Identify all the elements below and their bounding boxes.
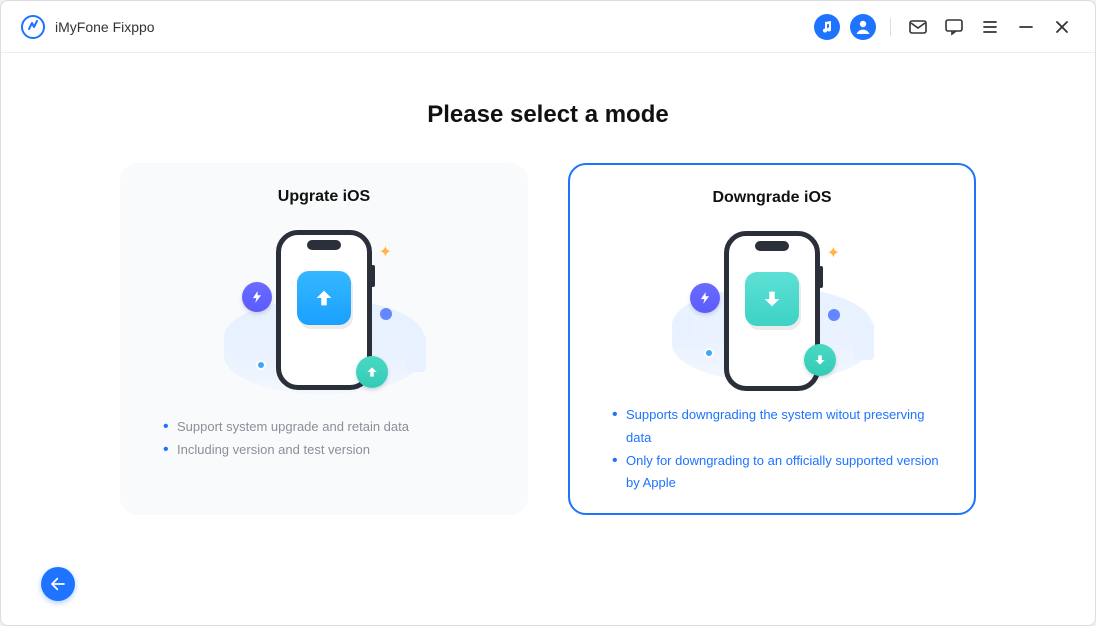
main-content: Please select a mode Upgrate iOS ✦ — [1, 53, 1095, 625]
upgrade-illustration: ✦ — [214, 222, 434, 402]
dot-icon — [380, 308, 392, 320]
dot-icon — [828, 309, 840, 321]
app-window: iMyFone Fixppo — [0, 0, 1096, 626]
downgrade-illustration: ✦ — [662, 223, 882, 390]
feature-item: Only for downgrading to an officially su… — [612, 450, 944, 496]
minimize-button[interactable] — [1013, 14, 1039, 40]
mini-dot-icon — [704, 348, 714, 358]
arrow-down-icon — [745, 272, 799, 326]
close-button[interactable] — [1049, 14, 1075, 40]
titlebar-actions — [814, 14, 1075, 40]
feedback-icon[interactable] — [941, 14, 967, 40]
sparkle-icon: ✦ — [379, 242, 392, 262]
titlebar-divider — [890, 18, 891, 36]
app-title: iMyFone Fixppo — [55, 19, 155, 35]
bolt-icon — [690, 283, 720, 313]
feature-item: Including version and test version — [163, 439, 497, 462]
card-title-downgrade: Downgrade iOS — [712, 189, 831, 207]
badge-arrow-down-icon — [804, 344, 836, 376]
back-button[interactable] — [41, 567, 75, 601]
bolt-icon — [242, 282, 272, 312]
page-title: Please select a mode — [427, 101, 668, 129]
card-title-upgrade: Upgrate iOS — [278, 188, 370, 206]
downgrade-features: Supports downgrading the system witout p… — [600, 404, 944, 495]
account-icon[interactable] — [850, 14, 876, 40]
menu-icon[interactable] — [977, 14, 1003, 40]
mode-cards: Upgrate iOS ✦ — [120, 163, 976, 515]
badge-arrow-up-icon — [356, 356, 388, 388]
mail-icon[interactable] — [905, 14, 931, 40]
music-icon[interactable] — [814, 14, 840, 40]
feature-item: Supports downgrading the system witout p… — [612, 404, 944, 450]
app-logo-icon — [21, 15, 45, 39]
sparkle-icon: ✦ — [827, 243, 840, 263]
arrow-up-icon — [297, 271, 351, 325]
mini-dot-icon — [256, 360, 266, 370]
card-upgrade-ios[interactable]: Upgrate iOS ✦ — [120, 163, 528, 515]
card-downgrade-ios[interactable]: Downgrade iOS ✦ — [568, 163, 976, 515]
titlebar: iMyFone Fixppo — [1, 1, 1095, 53]
feature-item: Support system upgrade and retain data — [163, 416, 497, 439]
upgrade-features: Support system upgrade and retain data I… — [151, 416, 497, 462]
